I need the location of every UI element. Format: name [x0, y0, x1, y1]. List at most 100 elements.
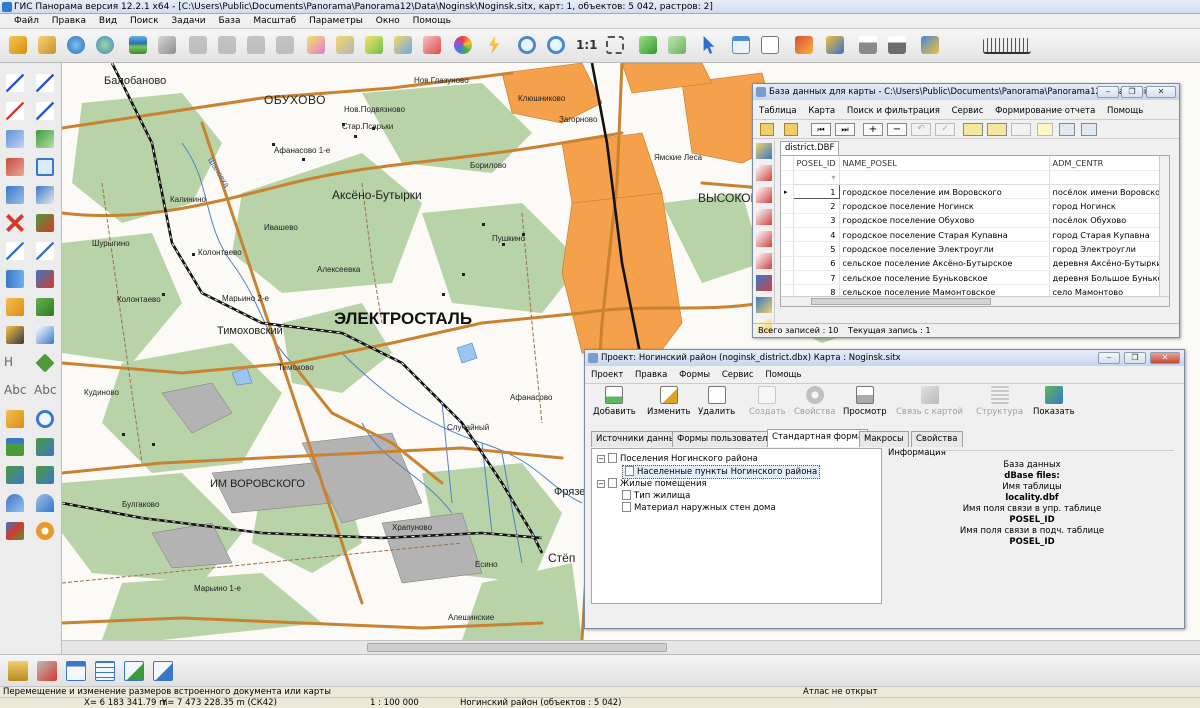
name-cell[interactable]: сельское поселение Буньковское: [839, 270, 1050, 286]
column-header[interactable]: NAME_POSEL: [839, 156, 1050, 171]
first-record-button[interactable]: ⏮: [811, 123, 831, 136]
form-button[interactable]: [64, 659, 88, 683]
menu-edit[interactable]: Правка: [52, 16, 86, 26]
open-button[interactable]: [6, 33, 30, 57]
close-button[interactable]: ✕: [1146, 86, 1176, 98]
tab-standard-form[interactable]: Стандартная форма: [767, 429, 869, 447]
db-menu-map[interactable]: Карта: [808, 106, 835, 116]
id-cell[interactable]: 7: [793, 270, 840, 286]
pen-tool[interactable]: [2, 407, 28, 431]
table-row[interactable]: 3 городское поселение Обухово посёлок Об…: [781, 213, 1167, 228]
tab-district-dbf[interactable]: district.DBF: [780, 141, 840, 155]
tab-macros[interactable]: Макросы: [859, 431, 909, 447]
tree-item[interactable]: Жилые помещения: [608, 478, 707, 490]
name-cell[interactable]: городское поселение Ногинск: [839, 198, 1050, 214]
structure-button[interactable]: Структура: [976, 384, 1023, 424]
center-cell[interactable]: город Ногинск: [1049, 198, 1167, 214]
help-cursor-button[interactable]: [918, 33, 942, 57]
scrollbar-thumb[interactable]: [367, 643, 667, 652]
id-cell[interactable]: 3: [793, 213, 840, 228]
form-icon[interactable]: [756, 143, 772, 159]
text-tool-2[interactable]: Abc: [32, 379, 58, 403]
ruler-widget[interactable]: [980, 33, 1034, 57]
id-cell[interactable]: 2: [793, 198, 840, 214]
ruler-tool[interactable]: [2, 295, 28, 319]
show-button[interactable]: Показать: [1033, 384, 1075, 424]
menu-database[interactable]: База: [218, 16, 240, 26]
expand-toggle[interactable]: −: [597, 480, 605, 488]
tree-item-selected[interactable]: Населенные пункты Ногинского района: [622, 465, 821, 479]
lightning-button[interactable]: [482, 33, 506, 57]
db-menu-help[interactable]: Помощь: [1107, 106, 1143, 116]
split-tool[interactable]: [32, 183, 58, 207]
marker-button-2[interactable]: [333, 33, 357, 57]
filter-icon[interactable]: [963, 123, 983, 136]
close-button[interactable]: ✕: [1150, 352, 1180, 364]
column-header[interactable]: ADM_CENTR: [1049, 156, 1167, 171]
undo-button[interactable]: ↶: [911, 123, 931, 136]
eraser-button[interactable]: [420, 33, 444, 57]
copy-tool[interactable]: [32, 295, 58, 319]
name-cell[interactable]: городское поселение им Воровского: [839, 184, 1050, 200]
color-button[interactable]: [451, 33, 475, 57]
object-icon[interactable]: [756, 165, 772, 181]
project-window-title-bar[interactable]: Проект: Ногинский район (noginsk_distric…: [585, 350, 1184, 366]
expand-toggle[interactable]: −: [597, 455, 605, 463]
edit-vertex-tool[interactable]: [32, 99, 58, 123]
delete-tool[interactable]: [2, 211, 28, 235]
db-stack-button[interactable]: [6, 659, 30, 683]
delete-record-button[interactable]: −: [887, 123, 907, 136]
draw-polyline-tool[interactable]: [32, 71, 58, 95]
name-cell[interactable]: сельское поселение Аксёно-Бутырское: [839, 256, 1050, 271]
minimize-button[interactable]: ‒: [1097, 86, 1119, 98]
project-menu-service[interactable]: Сервис: [722, 370, 754, 380]
measure-tool[interactable]: [32, 267, 58, 291]
zoom-out-button[interactable]: [515, 33, 539, 57]
table-row[interactable]: ▸ 1 городское поселение им Воровского по…: [781, 184, 1167, 200]
chart-icon[interactable]: [756, 275, 772, 291]
measure-button[interactable]: [823, 33, 847, 57]
rectangle-tool[interactable]: [32, 155, 58, 179]
object-select-tool[interactable]: [32, 127, 58, 151]
scale-one-to-one-button[interactable]: 1:1: [576, 38, 598, 52]
binoculars-button-2[interactable]: [215, 33, 239, 57]
rotate-left-tool[interactable]: [2, 491, 28, 515]
filter-disabled-icon[interactable]: [1011, 123, 1031, 136]
marker-add-button[interactable]: [362, 33, 386, 57]
table-row[interactable]: 4 городское поселение Старая Купавна гор…: [781, 227, 1167, 243]
menu-scale[interactable]: Масштаб: [253, 16, 296, 26]
database-grid[interactable]: POSEL_ID NAME_POSEL ADM_CENTR ▾ ▸ 1 горо…: [780, 155, 1170, 307]
properties-button[interactable]: Свойства: [794, 384, 836, 424]
last-record-button[interactable]: ⏭: [835, 123, 855, 136]
edit-button[interactable]: Изменить: [647, 384, 691, 424]
layers-button[interactable]: [126, 33, 150, 57]
db-menu-report[interactable]: Формирование отчета: [995, 106, 1095, 116]
db-delete-button[interactable]: [35, 659, 59, 683]
cut-tool[interactable]: [2, 183, 28, 207]
grid-vertical-scrollbar[interactable]: [1159, 156, 1169, 296]
menu-parameters[interactable]: Параметры: [309, 16, 363, 26]
project-menu-project[interactable]: Проект: [591, 370, 623, 380]
name-cell[interactable]: городское поселение Старая Купавна: [839, 227, 1050, 243]
tab-user-forms[interactable]: Формы пользователя: [672, 431, 778, 447]
create-button[interactable]: Создать: [749, 384, 786, 424]
menu-tasks[interactable]: Задачи: [171, 16, 205, 26]
project-menu-edit[interactable]: Правка: [635, 370, 667, 380]
binoculars-button-1[interactable]: [186, 33, 210, 57]
paint-tool[interactable]: [2, 323, 28, 347]
tree-item[interactable]: Поселения Ногинского района: [608, 453, 758, 465]
column-header[interactable]: POSEL_ID: [793, 156, 840, 171]
project-menu-forms[interactable]: Формы: [679, 370, 710, 380]
join-tool[interactable]: [2, 267, 28, 291]
table-icon[interactable]: [1081, 123, 1097, 136]
settings-tool[interactable]: [32, 519, 58, 543]
database-window-title-bar[interactable]: База данных для карты - C:\Users\Public\…: [753, 84, 1179, 100]
layer-select-button[interactable]: [155, 33, 179, 57]
marker-button-3[interactable]: [391, 33, 415, 57]
zoom-select-tool[interactable]: [32, 407, 58, 431]
zoom-in-button[interactable]: [544, 33, 568, 57]
open-icon[interactable]: [760, 123, 774, 136]
globe-button[interactable]: [64, 33, 88, 57]
id-cell[interactable]: 4: [793, 227, 840, 243]
menu-search[interactable]: Поиск: [130, 16, 159, 26]
